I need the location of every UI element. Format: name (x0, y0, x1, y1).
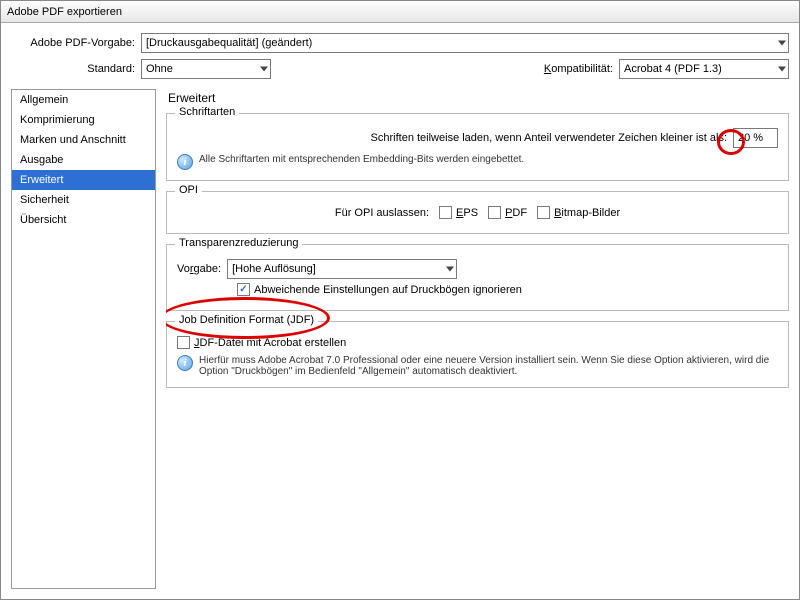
info-icon: i (177, 154, 193, 170)
opi-row: Für OPI auslassen: EPS PDF Bitmap-Bilder (177, 206, 778, 219)
font-hint-row: i Alle Schriftarten mit entsprechenden E… (177, 154, 778, 170)
info-icon: i (177, 355, 193, 371)
opi-bitmap-checkbox[interactable] (537, 206, 550, 219)
sidebar-item-allgemein[interactable]: Allgemein (12, 90, 155, 110)
opi-label: Für OPI auslassen: (335, 207, 429, 219)
preset-label: Adobe PDF-Vorgabe: (11, 37, 141, 49)
transp-ignore-checkbox[interactable] (237, 283, 250, 296)
opi-pdf-checkbox[interactable] (488, 206, 501, 219)
preset-value: [Druckausgabequalität] (geändert) (146, 37, 312, 49)
advanced-panel: Erweitert Schriftarten Schriften teilwei… (166, 89, 789, 589)
preset-dropdown[interactable]: [Druckausgabequalität] (geändert) (141, 33, 789, 53)
standard-value: Ohne (146, 63, 173, 75)
font-hint: Alle Schriftarten mit entsprechenden Emb… (199, 154, 524, 165)
transp-preset-label: Vorgabe: (177, 263, 221, 275)
group-fonts-title: Schriftarten (175, 106, 239, 118)
transp-preset-value: [Hohe Auflösung] (232, 263, 316, 275)
sidebar-item-komprimierung[interactable]: Komprimierung (12, 110, 155, 130)
export-pdf-dialog: Adobe PDF exportieren Adobe PDF-Vorgabe:… (0, 0, 800, 600)
transp-ignore-row: Abweichende Einstellungen auf Druckbögen… (177, 283, 778, 296)
chevron-down-icon (260, 67, 268, 72)
standard-label: Standard: (11, 63, 141, 75)
opi-bitmap-option[interactable]: Bitmap-Bilder (537, 206, 620, 219)
transp-ignore-label: Abweichende Einstellungen auf Druckbögen… (254, 284, 522, 296)
category-sidebar: Allgemein Komprimierung Marken und Ansch… (11, 89, 156, 589)
sidebar-item-uebersicht[interactable]: Übersicht (12, 210, 155, 230)
preset-row: Adobe PDF-Vorgabe: [Druckausgabequalität… (11, 33, 789, 53)
font-subset-row: Schriften teilweise laden, wenn Anteil v… (177, 128, 778, 148)
opi-eps-option[interactable]: EPS (439, 206, 478, 219)
group-transparency: Transparenzreduzierung Vorgabe: [Hohe Au… (166, 244, 789, 311)
sidebar-item-sicherheit[interactable]: Sicherheit (12, 190, 155, 210)
sidebar-item-ausgabe[interactable]: Ausgabe (12, 150, 155, 170)
main-row: Allgemein Komprimierung Marken und Ansch… (11, 89, 789, 589)
chevron-down-icon (778, 41, 786, 46)
opi-pdf-option[interactable]: PDF (488, 206, 527, 219)
jdf-create-label: JDF-Datei mit Acrobat erstellen (194, 337, 346, 349)
transp-preset-dropdown[interactable]: [Hohe Auflösung] (227, 259, 457, 279)
opi-eps-checkbox[interactable] (439, 206, 452, 219)
window-titlebar: Adobe PDF exportieren (1, 1, 799, 23)
group-transparency-title: Transparenzreduzierung (175, 237, 302, 249)
jdf-create-checkbox[interactable] (177, 336, 190, 349)
group-opi: OPI Für OPI auslassen: EPS PDF (166, 191, 789, 234)
sidebar-item-erweitert[interactable]: Erweitert (12, 170, 155, 190)
chevron-down-icon (446, 267, 454, 272)
font-subset-input[interactable] (733, 128, 778, 148)
jdf-hint: Hierfür muss Adobe Acrobat 7.0 Professio… (199, 355, 778, 377)
dialog-content: Adobe PDF-Vorgabe: [Druckausgabequalität… (1, 23, 799, 599)
compat-dropdown[interactable]: Acrobat 4 (PDF 1.3) (619, 59, 789, 79)
standard-compat-row: Standard: Ohne Kompatibilität: Acrobat 4… (11, 59, 789, 79)
transp-preset-row: Vorgabe: [Hohe Auflösung] (177, 259, 778, 279)
sidebar-item-marken[interactable]: Marken und Anschnitt (12, 130, 155, 150)
chevron-down-icon (778, 67, 786, 72)
compat-label: Kompatibilität: (544, 63, 619, 75)
standard-dropdown[interactable]: Ohne (141, 59, 271, 79)
group-fonts: Schriftarten Schriften teilweise laden, … (166, 113, 789, 181)
group-opi-title: OPI (175, 184, 202, 196)
jdf-create-row: JDF-Datei mit Acrobat erstellen (177, 336, 778, 349)
jdf-hint-row: i Hierfür muss Adobe Acrobat 7.0 Profess… (177, 355, 778, 377)
panel-title: Erweitert (168, 91, 789, 105)
group-jdf: Job Definition Format (JDF) JDF-Datei mi… (166, 321, 789, 388)
group-jdf-title: Job Definition Format (JDF) (175, 314, 318, 326)
window-title: Adobe PDF exportieren (7, 6, 122, 18)
compat-value: Acrobat 4 (PDF 1.3) (624, 63, 722, 75)
font-subset-label: Schriften teilweise laden, wenn Anteil v… (371, 132, 727, 144)
